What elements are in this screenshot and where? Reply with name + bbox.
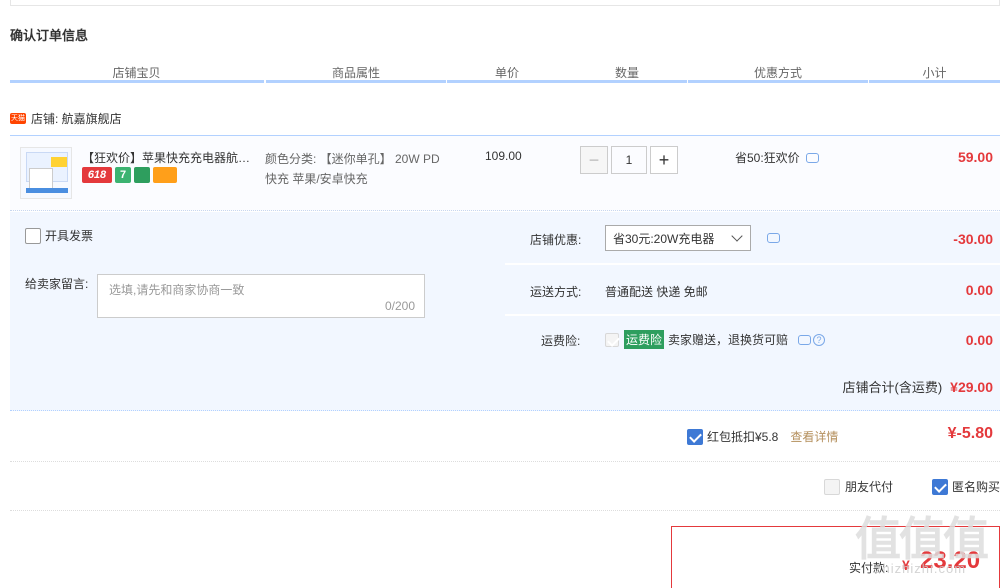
badge-card-icon <box>153 167 177 183</box>
shop-discount-select[interactable]: 省30元:20W充电器 <box>605 225 751 251</box>
insurance-amount: 0.00 <box>965 332 993 348</box>
col-underline <box>447 80 567 83</box>
shop-discount-control: 省30元:20W充电器 <box>605 225 780 251</box>
shipping-label: 运送方式: <box>530 285 582 299</box>
item-subtotal: 59.00 <box>957 149 993 165</box>
col-header-item: 店铺宝贝 <box>112 66 161 80</box>
shipping-row: 运送方式: 普通配送 快递 免邮 0.00 <box>505 265 1000 314</box>
red-packet-row: 红包抵扣¥5.8 查看详情 ¥-5.80 <box>10 412 1000 462</box>
col-header-qty: 数量 <box>614 66 639 80</box>
col-underline <box>10 80 264 83</box>
table-header: 店铺宝贝 商品属性 单价 数量 优惠方式 小计 <box>10 58 1000 84</box>
message-char-count: 0/200 <box>384 299 415 313</box>
col-underline <box>869 80 1000 83</box>
shop-total-label: 店铺合计(含运费) <box>842 380 943 395</box>
shop-discount-row: 店铺优惠: 省30元:20W充电器 -30.00 <box>505 212 1000 263</box>
order-item-row: 【狂欢价】苹果快充充电器航嘉PD20W 618 7 颜色分类: 【迷你单孔】 2… <box>10 135 1000 211</box>
chat-bubble-icon[interactable] <box>805 152 819 163</box>
friend-pay-checkbox[interactable] <box>824 478 840 495</box>
invoice-option[interactable]: 开具发票 <box>25 227 93 244</box>
shop-row: 天猫 店铺: 航嘉旗舰店 <box>10 110 122 126</box>
col-header-subtotal: 小计 <box>922 66 947 80</box>
right-options: 店铺优惠: 省30元:20W充电器 -30.00 运送方式: 普通配送 快递 免… <box>505 212 1000 358</box>
badge-guarantee-icon <box>134 167 150 183</box>
product-thumbnail[interactable] <box>20 147 72 199</box>
friend-pay-label: 朋友代付 <box>845 480 894 494</box>
col-header-price: 单价 <box>494 66 519 80</box>
anonymous-option[interactable]: 匿名购买 <box>932 478 1000 495</box>
shop-name[interactable]: 店铺: 航嘉旗舰店 <box>31 110 122 127</box>
qty-plus-button[interactable]: + <box>650 146 678 174</box>
col-underline <box>266 80 446 83</box>
chevron-down-icon <box>731 230 743 242</box>
col-header-attr: 商品属性 <box>331 66 380 80</box>
insurance-text: 卖家赠送，退换货可赔 <box>668 333 789 347</box>
unit-price: 109.00 <box>485 149 522 163</box>
shop-discount-label: 店铺优惠: <box>530 233 582 247</box>
promo-text: 省50:狂欢价 <box>735 151 800 165</box>
invoice-checkbox[interactable] <box>25 227 41 244</box>
shop-total-value: ¥29.00 <box>950 379 993 395</box>
shop-discount-amount: -30.00 <box>953 231 993 247</box>
qty-minus-button[interactable]: − <box>580 146 608 174</box>
col-underline <box>688 80 868 83</box>
red-packet-label: 红包抵扣¥5.8 <box>707 430 779 444</box>
message-textarea[interactable]: 选填,请先和商家协商一致 0/200 <box>97 274 425 318</box>
left-options: 开具发票 给卖家留言: 选填,请先和商家协商一致 0/200 <box>10 212 505 358</box>
watermark-text: 值值值 <box>855 512 989 566</box>
product-attributes: 颜色分类: 【迷你单孔】 20W PD快充 苹果/安卓快充 <box>265 152 440 186</box>
insurance-label: 运费险: <box>541 334 581 348</box>
shop-discount-selected: 省30元:20W充电器 <box>613 231 715 246</box>
insurance-row: 运费险: 运费险 卖家赠送，退换货可赔 ? 0.00 <box>505 316 1000 358</box>
message-placeholder: 选填,请先和商家协商一致 <box>109 283 245 297</box>
red-packet-checkbox[interactable] <box>687 428 703 445</box>
badge-618-icon: 618 <box>82 167 112 183</box>
shipping-amount: 0.00 <box>965 282 993 298</box>
col-underline <box>567 80 687 83</box>
red-packet-option: 红包抵扣¥5.8 查看详情 <box>687 428 838 445</box>
badge-7day-return-icon: 7 <box>115 167 131 183</box>
order-options-panel: 开具发票 给卖家留言: 选填,请先和商家协商一致 0/200 店铺优惠: 省30… <box>10 212 1000 411</box>
chat-bubble-icon[interactable] <box>767 233 780 243</box>
insurance-tag: 运费险 <box>624 330 665 349</box>
watermark-domain: zhizhizhi.com <box>875 561 967 576</box>
red-packet-amount: ¥-5.80 <box>947 425 993 442</box>
invoice-label: 开具发票 <box>45 229 94 243</box>
section-title: 确认订单信息 <box>10 28 89 43</box>
chat-bubble-icon[interactable] <box>798 334 812 345</box>
payment-options-row: 朋友代付 匿名购买 <box>10 462 1000 511</box>
top-panel-border <box>10 0 1000 6</box>
anonymous-checkbox[interactable] <box>932 478 948 495</box>
help-question-icon[interactable]: ? <box>813 333 826 346</box>
product-title[interactable]: 【狂欢价】苹果快充充电器航嘉PD20W <box>82 149 262 166</box>
anonymous-label: 匿名购买 <box>952 480 1001 494</box>
message-label: 给卖家留言: <box>25 277 89 291</box>
insurance-checkbox <box>605 332 619 347</box>
col-header-promo: 优惠方式 <box>753 66 802 80</box>
shipping-value: 普通配送 快递 免邮 <box>605 285 708 299</box>
qty-input[interactable]: 1 <box>611 146 647 174</box>
insurance-value: 运费险 卖家赠送，退换货可赔 ? <box>605 330 826 349</box>
product-badges: 618 7 <box>82 167 177 183</box>
tmall-icon: 天猫 <box>10 112 26 124</box>
friend-pay-option[interactable]: 朋友代付 <box>824 478 893 495</box>
shop-total: 店铺合计(含运费) ¥29.00 <box>843 377 994 396</box>
watermark-logo: 值值值 zhizhizhi.com <box>855 503 1000 588</box>
quantity-stepper: − 1 + <box>580 146 678 174</box>
red-packet-detail-link[interactable]: 查看详情 <box>790 428 838 445</box>
promo-method: 省50:狂欢价 <box>735 149 819 166</box>
